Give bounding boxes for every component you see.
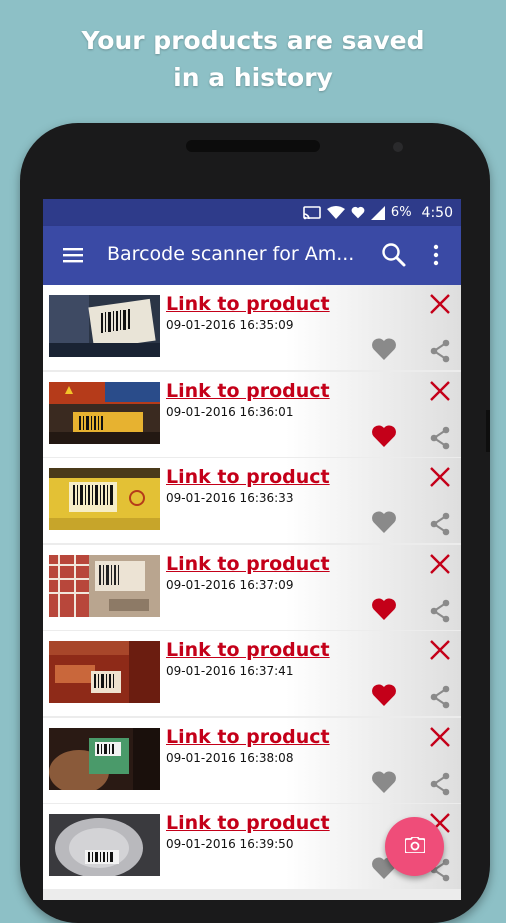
phone-front-camera	[393, 142, 403, 152]
app-bar: Barcode scanner for Am...	[43, 226, 461, 285]
delete-icon[interactable]	[429, 293, 451, 315]
product-link[interactable]: Link to product	[166, 380, 330, 402]
product-link[interactable]: Link to product	[166, 466, 330, 488]
history-item[interactable]: Link to product 09-01-2016 16:35:09	[43, 285, 461, 370]
history-item[interactable]: Link to product 09-01-2016 16:36:01	[43, 371, 461, 457]
app-title: Barcode scanner for Am...	[107, 243, 355, 265]
promo-headline: Your products are saved in a history	[0, 22, 506, 96]
scan-date: 09-01-2016 16:37:41	[166, 664, 294, 678]
product-photo	[49, 727, 160, 790]
search-icon[interactable]	[381, 242, 407, 268]
signal-icon	[370, 205, 385, 220]
scan-date: 09-01-2016 16:35:09	[166, 318, 294, 332]
favorite-heart-icon[interactable]	[371, 510, 397, 534]
product-link[interactable]: Link to product	[166, 553, 330, 575]
scan-date: 09-01-2016 16:38:08	[166, 750, 294, 765]
history-item[interactable]: Link to product 09-01-2016 16:37:09	[43, 544, 461, 630]
share-icon[interactable]	[428, 772, 452, 796]
scan-date: 09-01-2016 16:36:01	[166, 404, 294, 419]
product-link[interactable]: Link to product	[166, 639, 330, 661]
delete-icon[interactable]	[429, 639, 451, 661]
favorite-heart-icon[interactable]	[371, 683, 397, 707]
favorite-heart-icon[interactable]	[371, 597, 397, 621]
share-icon[interactable]	[428, 512, 452, 536]
product-photo	[49, 468, 160, 530]
heart-status-icon	[351, 206, 365, 219]
scan-date: 09-01-2016 16:39:50	[166, 837, 294, 851]
favorite-heart-icon[interactable]	[371, 337, 397, 361]
wifi-icon	[326, 205, 345, 220]
history-item[interactable]: Link to product 09-01-2016 16:37:41	[43, 631, 461, 716]
share-icon[interactable]	[428, 339, 452, 363]
product-photo	[49, 381, 160, 444]
share-icon[interactable]	[428, 685, 452, 709]
product-link[interactable]: Link to product	[166, 726, 330, 748]
product-photo	[49, 641, 160, 703]
cast-icon	[303, 205, 321, 220]
more-vert-icon[interactable]	[429, 242, 443, 268]
scan-camera-button[interactable]	[385, 817, 444, 876]
share-icon[interactable]	[428, 426, 452, 450]
phone-side-button	[486, 410, 490, 452]
headline-line-2: in a history	[173, 63, 333, 92]
status-bar: 6% 4:50	[43, 199, 461, 226]
delete-icon[interactable]	[429, 553, 451, 575]
battery-label: 6%	[390, 205, 412, 220]
history-list: Link to product 09-01-2016 16:35:09 Link…	[43, 285, 461, 891]
menu-icon[interactable]	[63, 245, 83, 265]
scan-date: 09-01-2016 16:37:09	[166, 577, 294, 592]
headline-line-1: Your products are saved	[81, 26, 425, 55]
product-photo	[49, 295, 160, 357]
clock: 4:50	[421, 204, 453, 221]
product-link[interactable]: Link to product	[166, 293, 330, 315]
phone-screen: 6% 4:50 Barcode scanner for Am... Link t…	[43, 199, 461, 900]
phone-speaker	[186, 140, 320, 152]
favorite-heart-icon[interactable]	[371, 770, 397, 794]
favorite-heart-icon[interactable]	[371, 424, 397, 448]
history-item[interactable]: Link to product 09-01-2016 16:38:08	[43, 717, 461, 803]
share-icon[interactable]	[428, 599, 452, 623]
delete-icon[interactable]	[429, 726, 451, 748]
delete-icon[interactable]	[429, 466, 451, 488]
history-item[interactable]: Link to product 09-01-2016 16:36:33	[43, 458, 461, 543]
scan-date: 09-01-2016 16:36:33	[166, 491, 294, 505]
product-photo	[49, 554, 160, 617]
product-photo	[49, 814, 160, 876]
product-link[interactable]: Link to product	[166, 812, 330, 834]
delete-icon[interactable]	[429, 380, 451, 402]
camera-icon	[403, 835, 426, 857]
